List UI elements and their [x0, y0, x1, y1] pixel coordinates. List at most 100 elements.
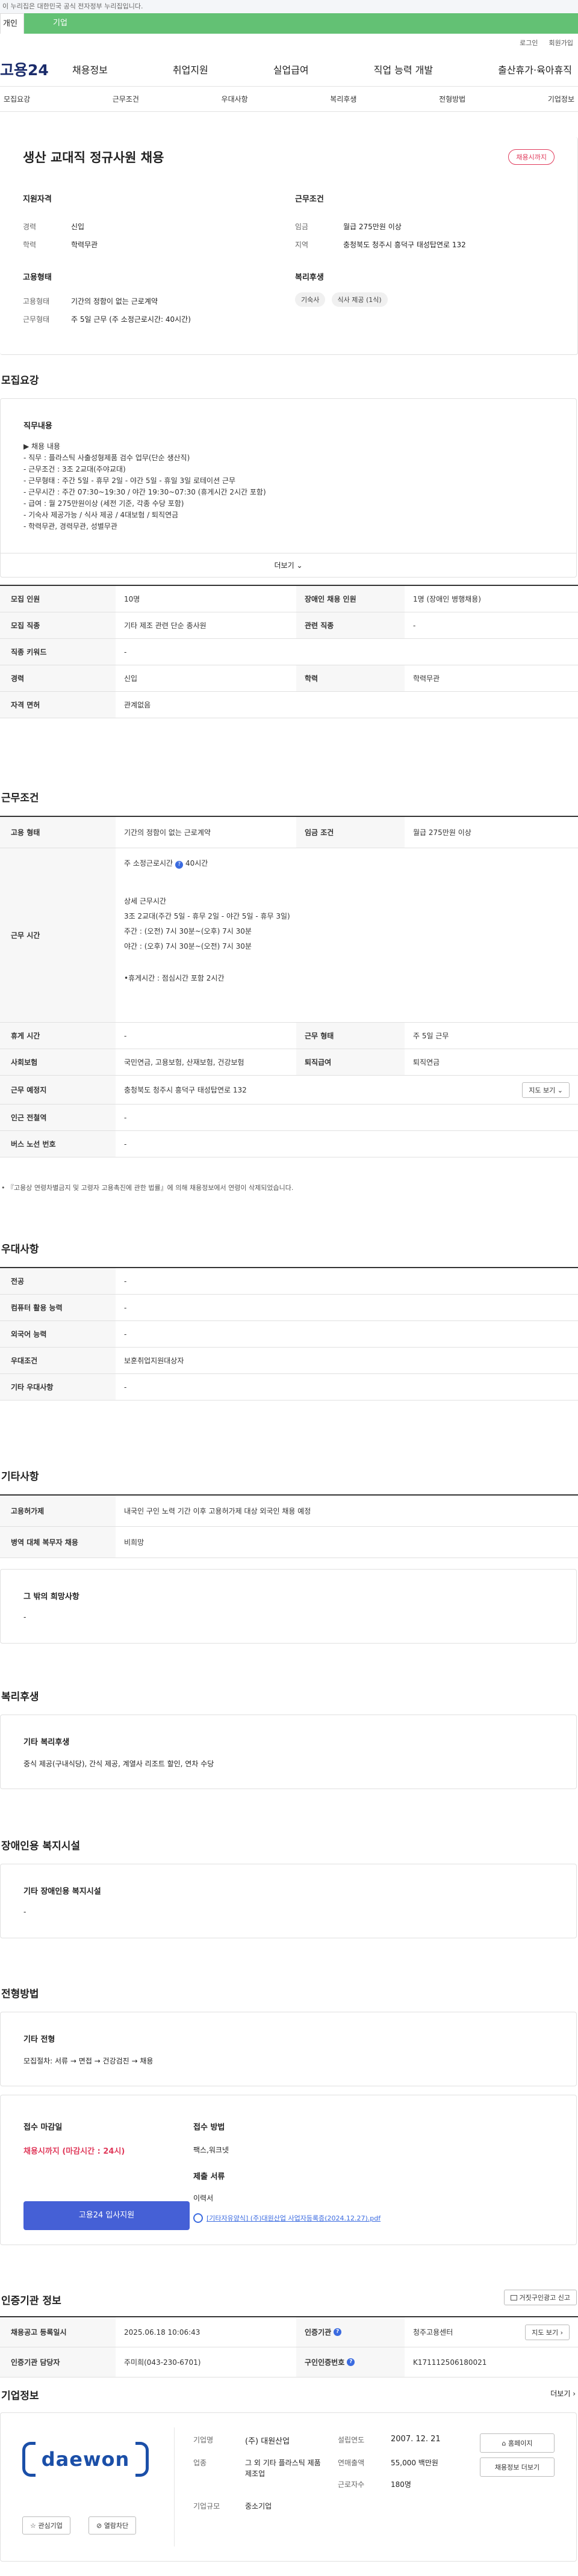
company-name-label: 기업명: [193, 2436, 214, 2444]
table-cell: -: [124, 1330, 127, 1339]
job-line: - 급여 : 월 275만원이상 (세전 기준, 각종 수당 포함): [23, 499, 184, 508]
table-cell: 학력무관: [413, 674, 440, 683]
gnb-item-unemployment-benefit[interactable]: 실업급여: [273, 62, 309, 76]
weekly-hours: 주 소정근로시간? 40시간: [124, 858, 570, 869]
disability-facility-heading: 장애인용 복지시설: [1, 1840, 81, 1852]
table-header-cell: 사회보험: [0, 1049, 116, 1075]
block-company-button[interactable]: ⊘ 열람차단: [89, 2516, 137, 2534]
gnb-item-employment-support[interactable]: 취업지원: [173, 62, 208, 76]
table-header-cell: 퇴직급여: [296, 1049, 405, 1075]
table-header-cell: 근무 형태: [296, 1023, 405, 1049]
more-jobs-button[interactable]: 채용정보 더보기: [480, 2457, 555, 2477]
table-header-cell: 학력: [296, 665, 405, 691]
selection-text: 모집절차: 서류 → 면접 → 건강검진 → 채용: [23, 2057, 154, 2065]
company-more-link[interactable]: 더보기 ›: [550, 2388, 576, 2399]
join-link[interactable]: 회원가입: [549, 38, 573, 48]
section-anchor-nav: 모집요강 근무조건 우대사항 복리후생 전형방법 기업정보: [0, 87, 578, 112]
gnb-item-parental-leave[interactable]: 출산휴가·육아휴직: [498, 62, 572, 76]
help-icon[interactable]: ?: [347, 2358, 355, 2366]
table-header-cell: 버스 노선 번호: [0, 1131, 116, 1157]
false-ad-report-button[interactable]: 거짓구인광고 신고: [503, 2290, 577, 2305]
report-icon: [510, 2294, 517, 2300]
deadline-heading: 접수 마감일: [23, 2123, 63, 2132]
favorite-company-button[interactable]: ☆ 관심기업: [22, 2516, 70, 2534]
tab-company[interactable]: 기업: [24, 13, 96, 34]
other-wishes-text: -: [23, 1613, 26, 1621]
documents-heading: 제출 서류: [193, 2172, 225, 2181]
table-header-cell: 전공: [0, 1268, 116, 1294]
table-header-cell: 임금 조건: [296, 817, 405, 848]
gnb-item-jobs[interactable]: 채용정보: [72, 62, 108, 76]
table-cell: 기간의 정함이 없는 근로계약: [124, 828, 211, 837]
help-icon[interactable]: ?: [175, 861, 184, 869]
tab-person[interactable]: 개인: [0, 13, 24, 34]
table-cell: K171112506180021: [413, 2358, 487, 2367]
agency-name: 청주고용센터: [413, 2328, 453, 2337]
login-link[interactable]: 로그인: [520, 38, 538, 48]
anchor-work-conditions[interactable]: 근무조건: [113, 94, 139, 104]
anchor-preferences[interactable]: 우대사항: [222, 94, 248, 104]
more-button[interactable]: 더보기 ⌄: [1, 553, 576, 577]
company-heading: 기업정보: [1, 2390, 39, 2402]
anchor-selection[interactable]: 전형방법: [439, 94, 465, 104]
method-value: 팩스,워크넷: [193, 2146, 229, 2154]
map-button[interactable]: 지도 보기 ⌄: [522, 1082, 570, 1098]
table-header-cell: 모집 직종: [0, 612, 116, 638]
table-row: 경력 신입 학력 학력무관: [0, 665, 578, 692]
table-header-cell: 기타 우대사항: [0, 1374, 116, 1400]
table-row: 우대조건 보훈취업지원대상자: [0, 1348, 578, 1374]
anchor-company[interactable]: 기업정보: [548, 94, 574, 104]
table-cell: 월급 275만원 이상: [413, 828, 471, 837]
welfare-pills: 기숙사 식사 제공 (1식): [295, 292, 391, 307]
map-button-label: 지도 보기: [529, 1086, 556, 1094]
table-row: 사회보험 국민연금, 고용보험, 산재보험, 건강보험 퇴직급여 퇴직연금: [0, 1049, 578, 1076]
chevron-down-icon: ⌄: [296, 561, 303, 570]
founded-label: 설립연도: [338, 2436, 365, 2444]
table-cell: -: [124, 1113, 127, 1122]
employees-label: 근로자수: [338, 2480, 365, 2489]
company-logo: daewon: [22, 2437, 149, 2482]
detail-hours-line: •휴게시간 : 점심시간 포함 2시간: [124, 974, 225, 982]
anchor-requirements[interactable]: 모집요강: [4, 94, 30, 104]
deadline-value: 채용시까지 (마감시간 : 24시): [23, 2147, 125, 2156]
table-row: 채용공고 등록일시 2025.06.18 10:06:43 인증기관? 청주고용…: [0, 2317, 578, 2347]
industry-value: 그 외 기타 플라스틱 제품 제조업: [245, 2459, 321, 2478]
region-value: 충청북도 청주시 흥덕구 태성탑연로 132: [343, 241, 466, 249]
logo-wordmark: daewon: [41, 2448, 130, 2471]
table-row: 휴게 시간 - 근무 형태 주 5일 근무: [0, 1023, 578, 1049]
table-header-cell: 인근 전철역: [0, 1105, 116, 1130]
site-logo[interactable]: 고용24: [0, 58, 72, 80]
table-header-cell: 고용 형태: [0, 817, 116, 848]
detail-hours-line: 주간 : (오전) 7시 30분~(오후) 7시 30분: [124, 927, 252, 935]
industry-label: 업종: [193, 2459, 207, 2467]
attachment-link[interactable]: [기타자유양식] (주)대원산업 사업자등록증(2024.12.27).pdf: [193, 2213, 381, 2223]
table-row: 근무 예정지 충청북도 청주시 흥덕구 태성탑연로 132 지도 보기 ⌄: [0, 1076, 578, 1105]
table-header-cell: 직종 키워드: [0, 639, 116, 665]
table-cell: 관계없음: [124, 701, 151, 709]
table-cell: 기타 제조 관련 단순 종사원: [124, 621, 207, 630]
company-divider: [174, 2427, 175, 2547]
table-cell: 주 5일 근무: [413, 1032, 449, 1040]
job-line: - 근무시간 : 주간 07:30~19:30 / 야간 19:30~07:30…: [23, 488, 266, 496]
gnb-item-vocational-training[interactable]: 직업 능력 개발: [374, 62, 434, 76]
table-cell: -: [124, 647, 127, 656]
detail-hours-label: 상세 근무시간: [124, 897, 167, 905]
attachment-icon: [193, 2213, 203, 2223]
job-line: - 근무조건 : 3조 2교대(주야교대): [23, 465, 126, 473]
selection-heading: 전형방법: [1, 1988, 39, 2000]
apply-button[interactable]: 고용24 입사지원: [23, 2201, 190, 2230]
homepage-button[interactable]: ⌂ 홈페이지: [480, 2433, 555, 2453]
sales-label: 연매출액: [338, 2459, 365, 2467]
employment-type-heading: 고용형태: [23, 273, 52, 282]
chevron-right-icon: ›: [560, 2328, 563, 2337]
homepage-label: 홈페이지: [508, 2439, 533, 2447]
table-row: 병역 대체 복무자 채용 비희망: [0, 1527, 578, 1558]
map-button-label: 지도 보기: [532, 2328, 559, 2337]
anchor-welfare[interactable]: 복리후생: [330, 94, 356, 104]
help-icon[interactable]: ?: [334, 2328, 342, 2336]
detail-hours-line: 야간 : (오후) 7시 30분~(오전) 7시 30분: [124, 942, 252, 951]
table-header-cell: 구인인증번호?: [296, 2347, 405, 2377]
logo-bracket-left: [22, 2442, 36, 2477]
welfare-text: 중식 제공(구내식당), 간식 제공, 계열사 리조트 할인, 연차 수당: [23, 1760, 214, 1768]
agency-map-button[interactable]: 지도 보기 ›: [525, 2324, 570, 2340]
